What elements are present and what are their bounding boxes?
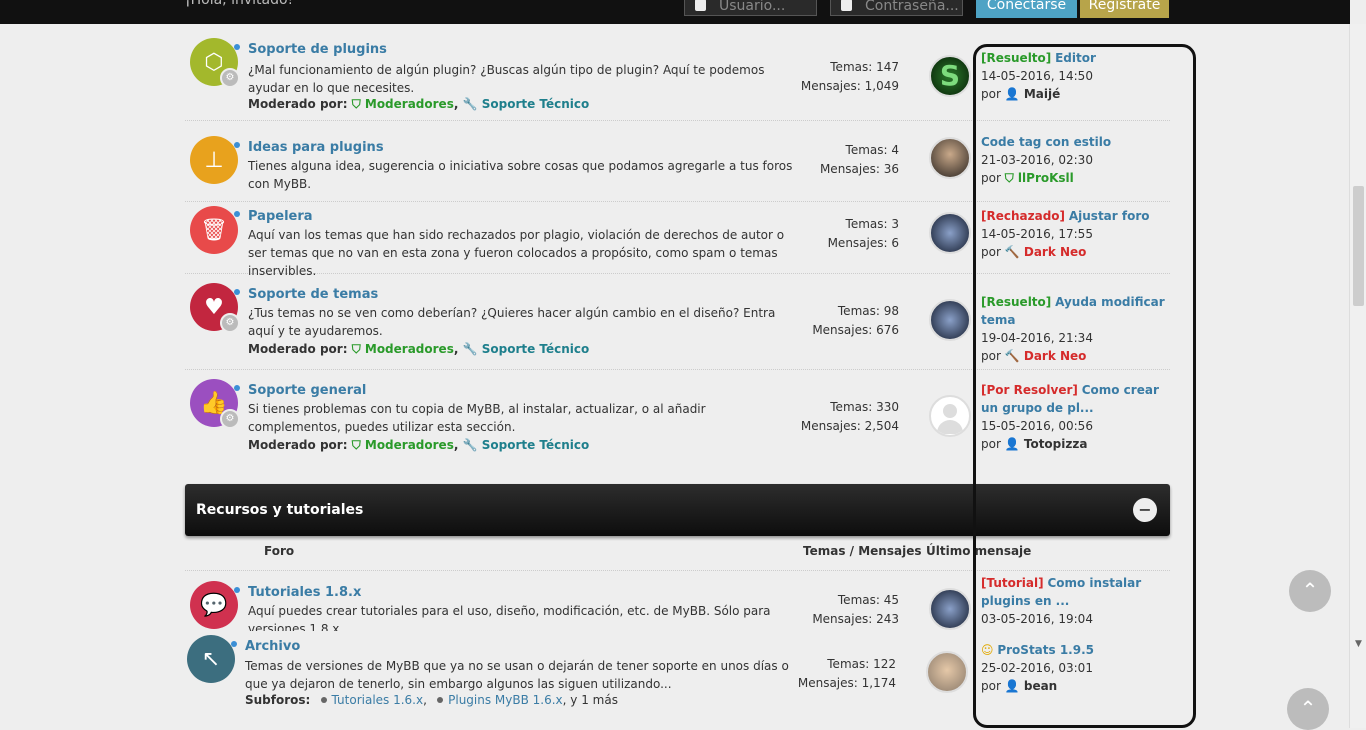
category-title[interactable]: Recursos y tutoriales	[196, 502, 363, 518]
chat-icon: 💬	[190, 581, 238, 629]
avatar[interactable]	[929, 588, 971, 630]
subforum-link[interactable]: Plugins MyBB 1.6.x	[448, 693, 563, 707]
plugin-icon: ⬡ ⚙	[190, 38, 240, 88]
bullet-icon	[320, 697, 327, 703]
subforums-line: Subforos: Tutoriales 1.6.x, Plugins MyBB…	[245, 693, 618, 707]
forum-title-link[interactable]: Soporte general	[233, 383, 366, 398]
moderators-link[interactable]: ⛉ Moderadores	[352, 438, 454, 452]
column-header-forum: Foro	[264, 544, 295, 558]
forum-description: ¿Mal funcionamiento de algún plugin? ¿Bu…	[248, 63, 765, 95]
heart-icon: ♥ ⚙	[190, 283, 240, 333]
forum-description: Si tienes problemas con tu copia de MyBB…	[248, 402, 706, 434]
forum-title-link[interactable]: Archivo	[230, 639, 300, 654]
moderators-link[interactable]: ⛉ Moderadores	[352, 342, 454, 356]
register-button[interactable]: Regístrate	[1080, 0, 1169, 18]
highlight-box	[973, 44, 1196, 728]
gear-icon: ⚙	[220, 313, 240, 333]
trash-icon: 🗑	[190, 206, 238, 254]
avatar[interactable]	[929, 137, 971, 179]
moderators-link[interactable]: ⛉ Moderadores	[352, 97, 454, 111]
forum-stats: Temas: 45 Mensajes: 243	[812, 593, 899, 626]
forum-stats: Temas: 122 Mensajes: 1,174	[797, 657, 896, 690]
lock-icon	[841, 0, 852, 11]
tech-support-link[interactable]: 🔧 Soporte Técnico	[463, 438, 590, 452]
avatar[interactable]: S	[929, 55, 971, 97]
forum-stats: Temas: 4 Mensajes: 36	[819, 143, 899, 176]
forum-stats: Temas: 147 Mensajes: 1,049	[800, 60, 899, 93]
avatar[interactable]	[929, 395, 971, 437]
gear-icon: ⚙	[220, 68, 240, 88]
connect-button[interactable]: Conectarse	[976, 0, 1077, 18]
forum-title-link[interactable]: Soporte de plugins	[234, 42, 387, 57]
forum-description: Tienes alguna idea, sugerencia o iniciat…	[248, 159, 793, 191]
moderators-line: Moderado por: ⛉ Moderadores, 🔧 Soporte T…	[248, 97, 590, 111]
top-bar: ¡Hola, invitado! Usuario... Contraseña..…	[0, 0, 1350, 24]
idea-icon: ⊥	[190, 136, 238, 184]
avatar[interactable]	[926, 651, 968, 693]
subforum-link[interactable]: Tutoriales 1.6.x	[332, 693, 424, 707]
scroll-top-button[interactable]: ⌃	[1289, 570, 1331, 612]
tech-support-link[interactable]: 🔧 Soporte Técnico	[463, 97, 590, 111]
bullet-icon	[437, 697, 444, 703]
forum-stats: Temas: 3 Mensajes: 6	[827, 217, 899, 250]
scrollbar[interactable]: ▼	[1349, 24, 1366, 728]
tech-support-link[interactable]: 🔧 Soporte Técnico	[463, 342, 590, 356]
scroll-down-arrow-icon[interactable]: ▼	[1353, 639, 1364, 653]
forum-description: ¿Tus temas no se ven como deberían? ¿Qui…	[248, 306, 776, 338]
avatar[interactable]	[929, 212, 971, 254]
password-input[interactable]: Contraseña...	[830, 0, 963, 16]
scroll-top-button[interactable]: ⌃	[1287, 688, 1329, 730]
forum-stats: Temas: 98 Mensajes: 676	[812, 304, 899, 337]
forum-description: Aquí van los temas que han sido rechazad…	[248, 228, 785, 278]
forum-title-link[interactable]: Tutoriales 1.8.x	[233, 585, 361, 600]
forum-description: Temas de versiones de MyBB que ya no se …	[245, 659, 789, 691]
user-icon	[695, 0, 706, 11]
avatar[interactable]	[929, 299, 971, 341]
greeting: ¡Hola, invitado!	[185, 0, 294, 8]
forum-title-link[interactable]: Soporte de temas	[233, 287, 378, 302]
forum-title-link[interactable]: Ideas para plugins	[234, 140, 384, 155]
column-header-stats: Temas / Mensajes	[803, 544, 922, 558]
thumbs-up-icon: 👍 ⚙	[190, 379, 240, 429]
gear-icon: ⚙	[220, 409, 240, 429]
forum-stats: Temas: 330 Mensajes: 2,504	[800, 400, 899, 433]
username-input[interactable]: Usuario...	[684, 0, 817, 16]
forum-description: Aquí puedes crear tutoriales para el uso…	[248, 604, 771, 631]
cursor-icon: ↖	[187, 635, 235, 683]
moderators-line: Moderado por: ⛉ Moderadores, 🔧 Soporte T…	[248, 342, 590, 356]
forum-title-link[interactable]: Papelera	[234, 209, 313, 224]
scrollbar-thumb[interactable]	[1353, 186, 1364, 306]
moderators-line: Moderado por: ⛉ Moderadores, 🔧 Soporte T…	[248, 438, 590, 452]
